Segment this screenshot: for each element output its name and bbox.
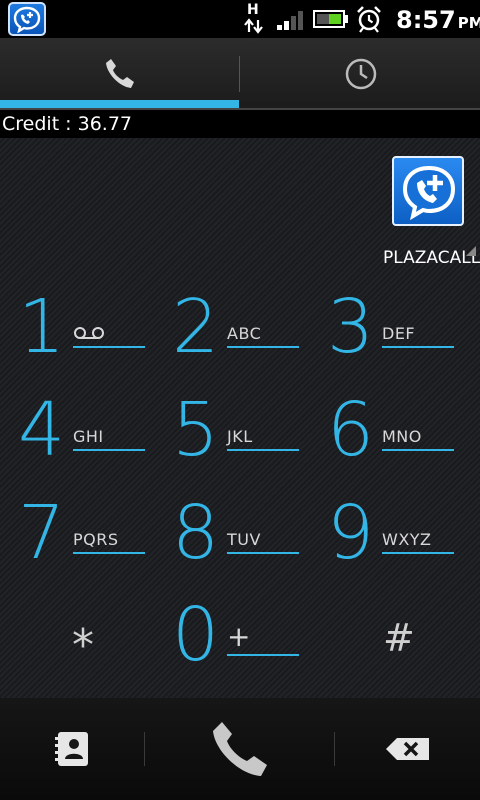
key-underline: [382, 346, 454, 348]
backspace-button[interactable]: [335, 698, 480, 800]
key-underline: [73, 346, 145, 348]
key-letters: PQRS: [73, 530, 119, 549]
signal-icon: [276, 9, 306, 31]
key-digit: 0: [172, 592, 220, 678]
clock-time: 8:57 PM: [396, 6, 480, 34]
tab-bar: [0, 38, 480, 110]
clock-icon: [345, 58, 376, 90]
key-1[interactable]: 1: [0, 290, 160, 393]
tab-call-log[interactable]: [241, 38, 480, 110]
key-9[interactable]: 9 WXYZ: [309, 496, 469, 599]
key-underline: [382, 552, 454, 554]
key-underline: [227, 449, 299, 451]
key-letters: WXYZ: [382, 530, 432, 549]
key-underline: [227, 552, 299, 554]
key-letters: TUV: [227, 530, 261, 549]
time-value: 8:57: [396, 6, 456, 34]
credit-bar: Credit : 36.77: [0, 110, 480, 138]
key-digit: 4: [18, 387, 66, 473]
call-button[interactable]: [145, 698, 334, 800]
key-digit: 7: [18, 490, 66, 576]
key-letters: GHI: [73, 427, 104, 446]
time-ampm: PM: [457, 14, 480, 32]
backspace-icon: [385, 738, 429, 760]
key-5[interactable]: 5 JKL: [154, 393, 314, 496]
credit-label: Credit : 36.77: [2, 113, 133, 135]
bottom-bar: [0, 698, 480, 800]
key-letters: DEF: [382, 324, 416, 343]
key-7[interactable]: 7 PQRS: [0, 496, 160, 599]
key-digit: 8: [172, 490, 220, 576]
tab-divider: [239, 56, 240, 92]
dialpad: PLAZACALL 1 2 ABC 3 DEF 4 GHI 5 JKL 6 MN…: [0, 138, 480, 698]
tab-selected-indicator: [0, 100, 239, 108]
key-6[interactable]: 6 MNO: [309, 393, 469, 496]
phone-icon: [105, 59, 134, 88]
status-bar: H 8:57 PM: [0, 0, 480, 38]
contacts-button[interactable]: [0, 698, 144, 800]
plazacall-logo-icon: [402, 165, 456, 221]
app-icon: [8, 2, 46, 36]
contacts-icon: [55, 732, 88, 766]
key-underline: [227, 654, 299, 656]
key-underline: [227, 346, 299, 348]
provider-dropdown-indicator: [466, 246, 476, 256]
key-digit: 5: [172, 387, 220, 473]
call-icon: [212, 722, 267, 776]
key-letters: JKL: [227, 427, 253, 446]
key-3[interactable]: 3 DEF: [309, 290, 469, 393]
key-letters: +: [227, 620, 251, 653]
key-0[interactable]: 0 +: [154, 598, 314, 701]
key-digit: 3: [327, 284, 375, 370]
key-hash-symbol: #: [383, 616, 415, 660]
key-8[interactable]: 8 TUV: [154, 496, 314, 599]
battery-icon: [313, 10, 349, 28]
key-underline: [382, 449, 454, 451]
key-star-symbol: *: [72, 620, 94, 671]
alarm-icon: [356, 5, 382, 33]
key-2[interactable]: 2 ABC: [154, 290, 314, 393]
key-4[interactable]: 4 GHI: [0, 393, 160, 496]
key-digit: 6: [327, 387, 375, 473]
key-letters: ABC: [227, 324, 262, 343]
key-hash[interactable]: #: [309, 598, 469, 701]
key-star[interactable]: *: [0, 598, 160, 701]
key-underline: [73, 552, 145, 554]
key-digit: 9: [327, 490, 375, 576]
provider-button[interactable]: [392, 156, 464, 226]
key-digit: 1: [18, 284, 66, 370]
key-digit: 2: [172, 284, 220, 370]
voicemail-icon: [74, 327, 104, 339]
data-arrows-icon: H: [243, 2, 265, 36]
network-type: H: [247, 2, 259, 18]
key-letters: MNO: [382, 427, 422, 446]
key-underline: [73, 449, 145, 451]
